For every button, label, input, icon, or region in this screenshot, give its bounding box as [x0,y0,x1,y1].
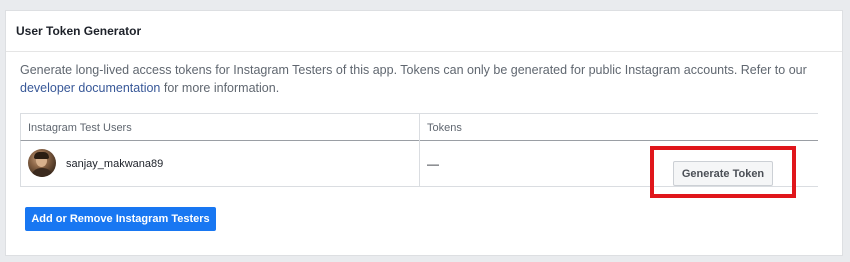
panel-header: User Token Generator [6,11,842,52]
avatar-body-shape [31,168,53,177]
token-value: — [427,156,439,171]
panel-title: User Token Generator [16,24,142,38]
description-text: Generate long-lived access tokens for In… [20,61,820,97]
developer-documentation-link[interactable]: developer documentation [20,81,160,95]
avatar-hair-shape [34,152,49,159]
column-header-test-users: Instagram Test Users [28,121,132,134]
description-text-after-link: for more information. [160,81,280,95]
table-header: Instagram Test Users Tokens [20,113,818,141]
tester-username: sanjay_makwana89 [66,157,164,170]
column-header-tokens: Tokens [427,121,462,134]
avatar [28,149,56,177]
column-divider [419,114,420,141]
description-text-before-link: Generate long-lived access tokens for In… [20,63,807,77]
generate-token-button[interactable]: Generate Token [673,161,773,186]
add-remove-testers-button[interactable]: Add or Remove Instagram Testers [25,207,216,231]
column-divider [419,141,420,186]
